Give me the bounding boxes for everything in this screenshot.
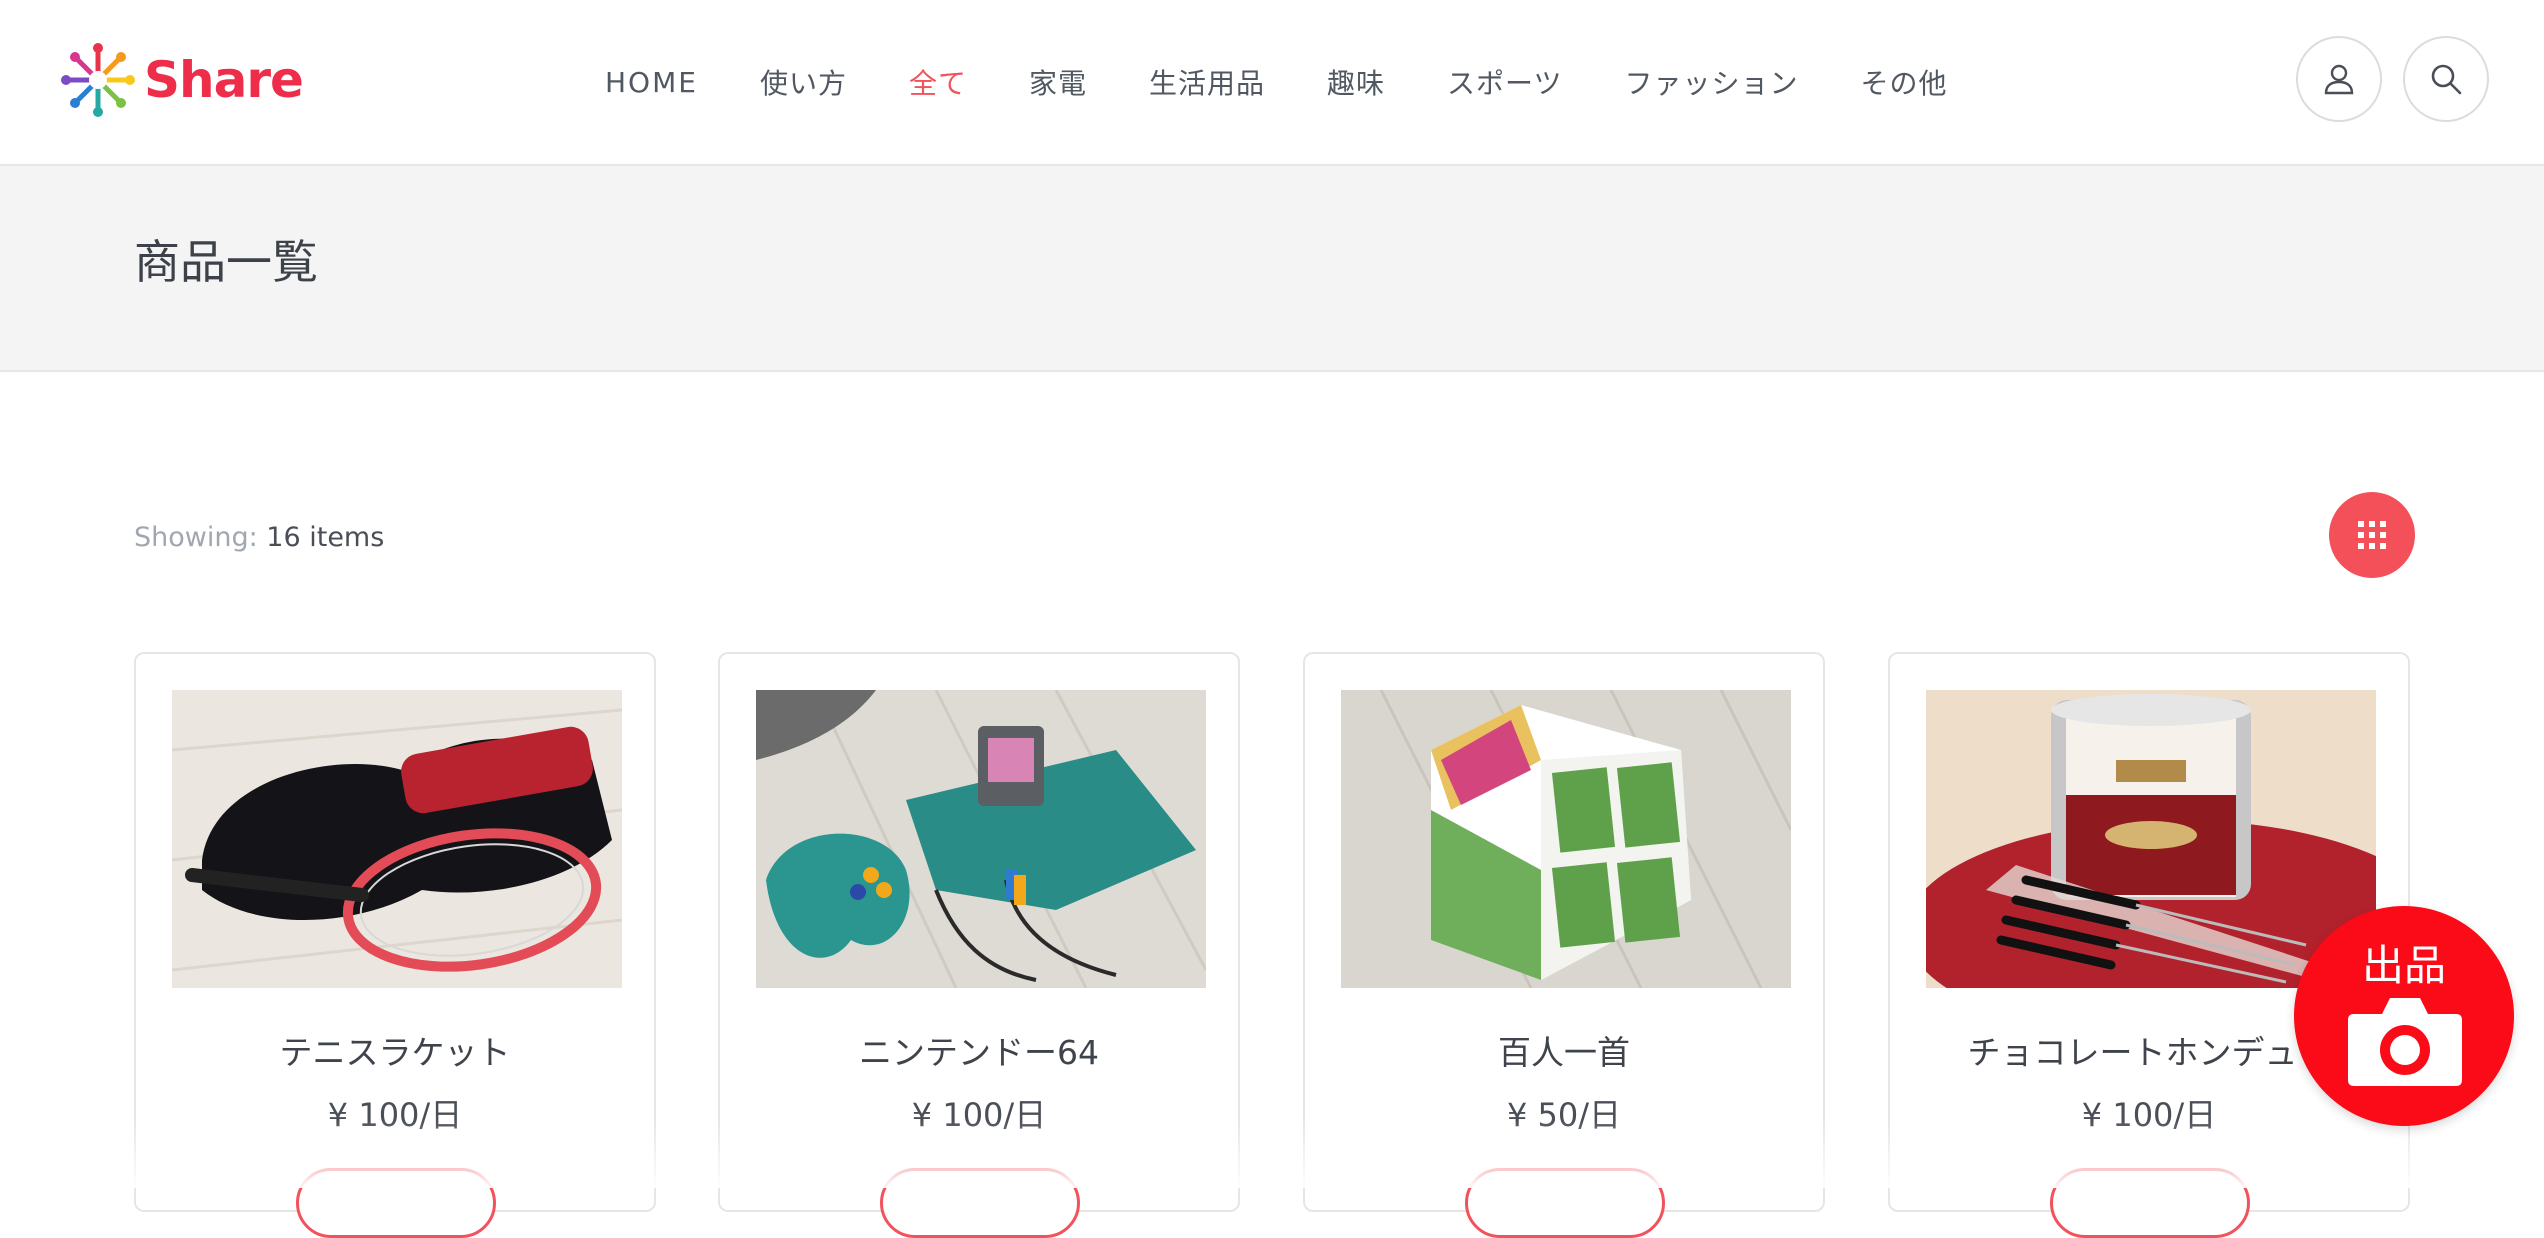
brand-logo[interactable]: Share	[60, 40, 304, 120]
nav-item-how-to-use[interactable]: 使い方	[760, 62, 847, 102]
nav-item-all[interactable]: 全て	[909, 62, 967, 102]
product-name: テニスラケット	[279, 1033, 511, 1072]
brand-name: Share	[144, 51, 304, 109]
product-name: ニンテンドー64	[859, 1033, 1099, 1072]
page-title: 商品一覧	[134, 235, 318, 289]
nav-item-hobby[interactable]: 趣味	[1327, 62, 1385, 102]
product-image[interactable]	[172, 690, 622, 988]
grid-icon	[2358, 521, 2386, 549]
showing-label: Showing:	[134, 522, 258, 553]
product-name: 百人一首	[1498, 1033, 1630, 1072]
product-image[interactable]	[1341, 690, 1791, 988]
nav-item-fashion[interactable]: ファッション	[1624, 62, 1798, 102]
bottom-fade	[0, 1120, 2544, 1188]
search-button[interactable]	[2403, 36, 2489, 122]
showing-count: 16 items	[266, 522, 385, 553]
page-title-band: 商品一覧	[0, 166, 2544, 372]
site-header: Share HOME 使い方 全て 家電 生活用品 趣味 スポーツ ファッション…	[0, 0, 2544, 166]
product-image[interactable]	[756, 690, 1206, 988]
logo-people-circle-icon	[61, 43, 135, 117]
main-nav: HOME 使い方 全て 家電 生活用品 趣味 スポーツ ファッション その他	[605, 52, 1948, 112]
nav-item-home[interactable]: HOME	[605, 66, 698, 99]
user-icon	[2324, 64, 2354, 95]
grid-view-button[interactable]	[2329, 492, 2415, 578]
sell-button[interactable]: 出品	[2294, 906, 2514, 1126]
items-count: Showing: 16 items	[134, 522, 384, 553]
nav-item-sports[interactable]: スポーツ	[1447, 62, 1562, 102]
account-button[interactable]	[2296, 36, 2382, 122]
camera-icon	[2348, 998, 2462, 1086]
sell-button-label: 出品	[2361, 941, 2446, 990]
nav-item-appliances[interactable]: 家電	[1029, 62, 1087, 102]
nav-item-daily-goods[interactable]: 生活用品	[1149, 62, 1265, 102]
nav-item-other[interactable]: その他	[1861, 62, 1948, 102]
search-icon	[2431, 64, 2462, 95]
